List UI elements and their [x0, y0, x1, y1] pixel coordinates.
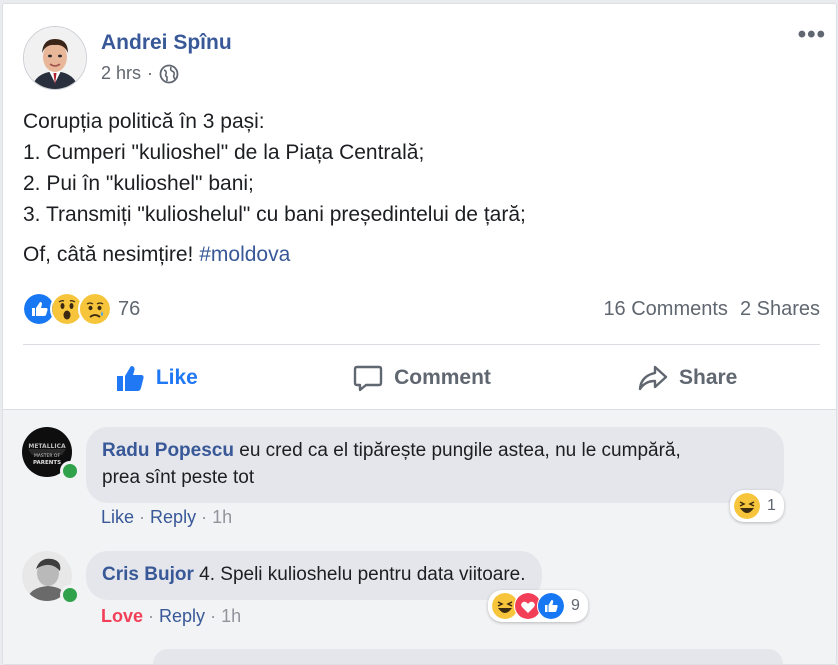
- comment-reactions[interactable]: 1: [730, 490, 784, 522]
- author-name[interactable]: Andrei Spînu: [101, 31, 232, 55]
- post-line: Corupția politică în 3 pași:: [23, 110, 265, 133]
- haha-icon: [733, 492, 761, 520]
- author-avatar[interactable]: [23, 26, 87, 90]
- comment-love-link[interactable]: Love: [101, 606, 143, 626]
- comment-button[interactable]: Comment: [289, 349, 555, 407]
- comment-reply-link[interactable]: Reply: [159, 606, 205, 626]
- comment-bubble: Cris Bujor 4. Speli kulioshelu pentru da…: [86, 551, 542, 600]
- post-card: Andrei Spînu 2 hrs · ••• Corupția politi…: [2, 3, 837, 665]
- comment-time[interactable]: 1h: [212, 507, 232, 527]
- comment-text: prea sînt peste tot: [102, 467, 255, 488]
- comment-bubble: [153, 649, 783, 664]
- share-button[interactable]: Share: [554, 349, 820, 407]
- comment-icon: [353, 365, 383, 392]
- comment-reactions[interactable]: 9: [488, 590, 588, 622]
- comment-time[interactable]: 1h: [221, 606, 241, 626]
- separator: ·: [201, 507, 213, 527]
- sad-icon: [78, 292, 112, 326]
- comments-count[interactable]: 16 Comments: [603, 298, 728, 321]
- online-status-indicator: [60, 585, 80, 605]
- closing-text: Of, câtă nesimțire!: [23, 243, 200, 266]
- comment-reply-link[interactable]: Reply: [150, 507, 196, 527]
- divider: [23, 344, 820, 345]
- meta-separator: ·: [147, 63, 154, 83]
- globe-icon[interactable]: [159, 64, 179, 84]
- separator: ·: [210, 606, 222, 626]
- post-meta: 2 hrs ·: [101, 63, 179, 84]
- engagement-counts: 16 Comments 2 Shares: [603, 298, 820, 321]
- post-time[interactable]: 2 hrs: [101, 63, 141, 84]
- svg-text:PARENTS: PARENTS: [33, 460, 61, 466]
- thumbs-up-icon: [116, 366, 144, 391]
- reactions-summary[interactable]: 76: [22, 292, 140, 326]
- online-status-indicator: [60, 461, 80, 481]
- comment-bubble: Radu Popescu eu cred ca el tipărește pun…: [86, 427, 784, 503]
- svg-text:METALLICA: METALLICA: [28, 443, 66, 450]
- comment-text: 4. Speli kulioshelu pentru data viitoare…: [199, 564, 526, 585]
- post-line: 2. Pui în "kulioshel" bani;: [23, 172, 254, 195]
- comment-like-link[interactable]: Like: [101, 507, 134, 527]
- comment-text: eu cred ca el tipărește pungile astea, n…: [239, 440, 681, 461]
- post-text: Corupția politică în 3 pași: 1. Cumperi …: [23, 106, 823, 230]
- shares-count[interactable]: 2 Shares: [740, 298, 820, 321]
- comment-author[interactable]: Cris Bujor: [102, 564, 194, 585]
- reaction-count: 76: [118, 297, 141, 320]
- comment-reaction-count: 1: [767, 497, 776, 514]
- share-icon: [638, 365, 668, 391]
- comment-actions: Like · Reply · 1h: [101, 507, 232, 528]
- svg-text:MASTER OF: MASTER OF: [34, 453, 61, 459]
- comment-reaction-count: 9: [571, 597, 580, 614]
- separator: ·: [139, 507, 151, 527]
- hashtag-link[interactable]: #moldova: [199, 243, 290, 266]
- post-line: 1. Cumperi "kulioshel" de la Piața Centr…: [23, 141, 425, 164]
- comment-actions: Love · Reply · 1h: [101, 606, 241, 627]
- post-line: 3. Transmiți "kulioshelul" cu bani preșe…: [23, 203, 526, 226]
- post-closing: Of, câtă nesimțire! #moldova: [23, 239, 290, 270]
- action-bar: Like Comment Share: [23, 349, 820, 407]
- like-label: Like: [155, 366, 198, 389]
- more-options-icon[interactable]: •••: [798, 21, 826, 49]
- share-label: Share: [678, 366, 738, 389]
- comments-section: METALLICA MASTER OF PARENTS Radu Popescu…: [3, 410, 836, 664]
- separator: ·: [148, 606, 160, 626]
- like-icon: [537, 592, 565, 620]
- comment-label: Comment: [394, 366, 491, 389]
- comment-author[interactable]: Radu Popescu: [102, 440, 234, 461]
- like-button[interactable]: Like: [23, 349, 289, 407]
